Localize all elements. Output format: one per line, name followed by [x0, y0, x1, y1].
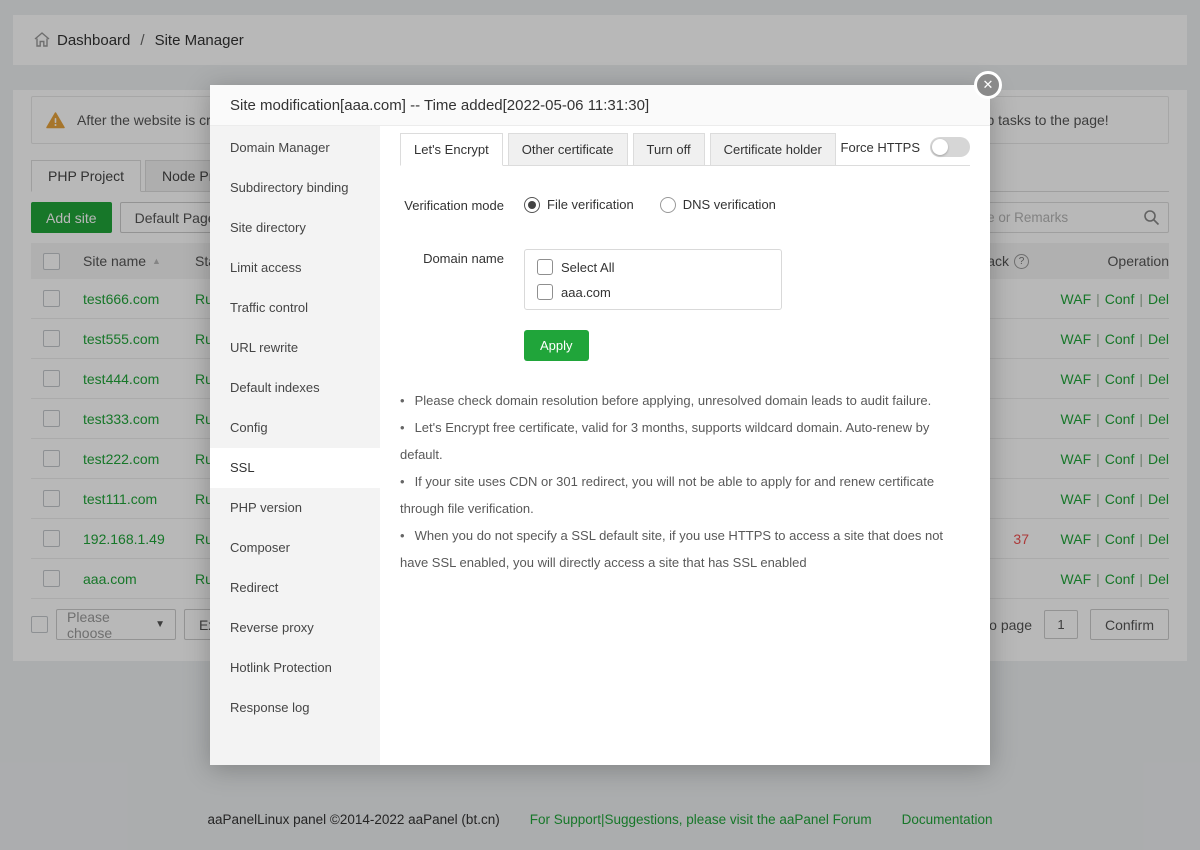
note-item: Please check domain resolution before ap… [400, 387, 960, 414]
ssl-tab-other-certificate[interactable]: Other certificate [508, 133, 628, 166]
radio-dns-verification[interactable]: DNS verification [660, 196, 776, 213]
verification-mode-row: Verification mode File verification DNS v… [400, 196, 970, 213]
radio-circle-icon [524, 197, 540, 213]
modal-header: Site modification[aaa.com] -- Time added… [210, 85, 990, 126]
verification-radios: File verification DNS verification [524, 196, 776, 213]
domain-checkbox-select-all[interactable]: Select All [537, 259, 769, 275]
ssl-tab-turn-off[interactable]: Turn off [633, 133, 705, 166]
close-icon: ✕ [983, 77, 994, 93]
sidebar-item-redirect[interactable]: Redirect [210, 568, 380, 608]
radio-label: File verification [547, 197, 634, 212]
sidebar-item-limit-access[interactable]: Limit access [210, 248, 380, 288]
checkbox-label: Select All [561, 260, 614, 275]
ssl-panel: Let's EncryptOther certificateTurn offCe… [380, 126, 990, 765]
checkbox-icon [537, 284, 553, 300]
sidebar-item-hotlink-protection[interactable]: Hotlink Protection [210, 648, 380, 688]
radio-file-verification[interactable]: File verification [524, 196, 634, 213]
domain-checkbox-aaa-com[interactable]: aaa.com [537, 284, 769, 300]
sidebar-item-reverse-proxy[interactable]: Reverse proxy [210, 608, 380, 648]
sidebar-item-ssl[interactable]: SSL [210, 448, 380, 488]
note-item: Let's Encrypt free certificate, valid fo… [400, 414, 960, 468]
apply-row: Apply [524, 330, 970, 361]
note-item: If your site uses CDN or 301 redirect, y… [400, 468, 960, 522]
sidebar-item-site-directory[interactable]: Site directory [210, 208, 380, 248]
sidebar-item-domain-manager[interactable]: Domain Manager [210, 128, 380, 168]
ssl-notes: Please check domain resolution before ap… [400, 387, 970, 576]
domain-name-label: Domain name [400, 249, 504, 310]
sidebar-item-subdirectory-binding[interactable]: Subdirectory binding [210, 168, 380, 208]
modal-body: Domain ManagerSubdirectory bindingSite d… [210, 126, 990, 765]
modal-close-button[interactable]: ✕ [974, 71, 1002, 99]
site-modification-modal: ✕ Site modification[aaa.com] -- Time add… [210, 85, 990, 765]
force-https-label: Force HTTPS [841, 140, 920, 155]
verification-mode-label: Verification mode [400, 196, 504, 213]
force-https: Force HTTPS [841, 137, 970, 157]
ssl-tab-let-s-encrypt[interactable]: Let's Encrypt [400, 133, 503, 166]
sidebar-item-config[interactable]: Config [210, 408, 380, 448]
domain-name-row: Domain name Select All aaa.com [400, 249, 970, 310]
note-item: When you do not specify a SSL default si… [400, 522, 960, 576]
modal-sidebar: Domain ManagerSubdirectory bindingSite d… [210, 126, 380, 765]
checkbox-label: aaa.com [561, 285, 611, 300]
radio-circle-icon [660, 197, 676, 213]
sidebar-item-composer[interactable]: Composer [210, 528, 380, 568]
toggle-knob [932, 139, 948, 155]
checkbox-icon [537, 259, 553, 275]
sidebar-item-default-indexes[interactable]: Default indexes [210, 368, 380, 408]
domain-list: Select All aaa.com [524, 249, 782, 310]
force-https-toggle[interactable] [930, 137, 970, 157]
radio-label: DNS verification [683, 197, 776, 212]
apply-button[interactable]: Apply [524, 330, 589, 361]
modal-title: Site modification[aaa.com] -- Time added… [230, 97, 649, 114]
sidebar-item-url-rewrite[interactable]: URL rewrite [210, 328, 380, 368]
sidebar-item-response-log[interactable]: Response log [210, 688, 380, 728]
sidebar-item-traffic-control[interactable]: Traffic control [210, 288, 380, 328]
ssl-tab-certificate-holder[interactable]: Certificate holder [710, 133, 836, 166]
sidebar-item-php-version[interactable]: PHP version [210, 488, 380, 528]
